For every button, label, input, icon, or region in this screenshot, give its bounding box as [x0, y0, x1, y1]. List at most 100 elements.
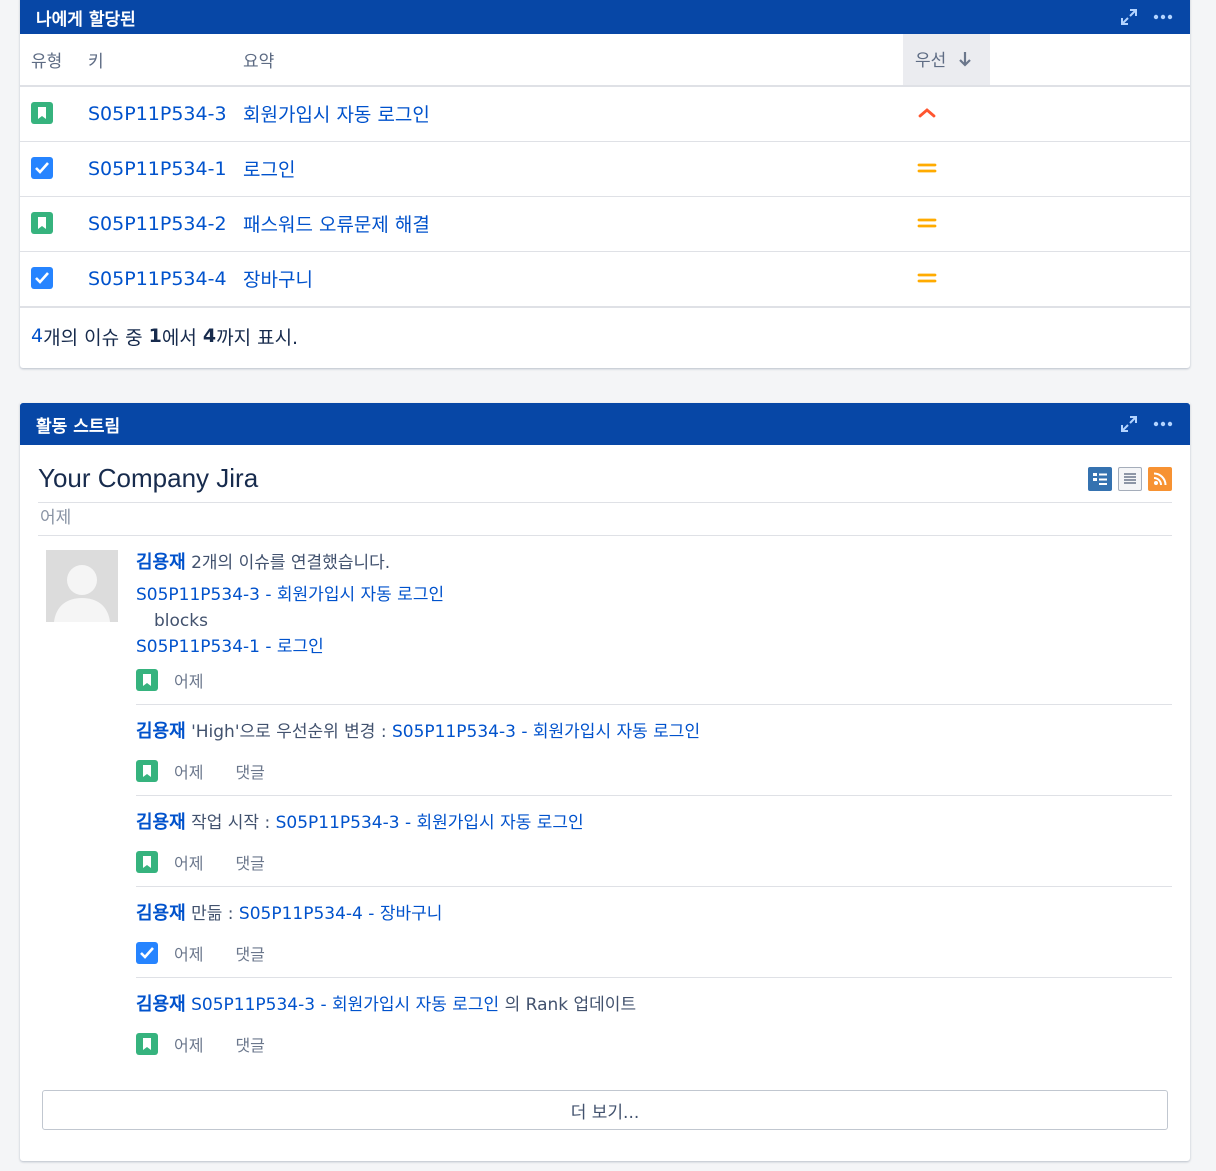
priority-medium-icon	[917, 268, 937, 290]
row-spacer	[990, 86, 1190, 142]
column-priority[interactable]: 우선	[903, 34, 990, 87]
gadget-title: 활동 스트림	[36, 416, 121, 437]
linked-issue-line: S05P11P534-1 - 로그인	[136, 634, 1172, 660]
footer-text-2: 에서	[161, 326, 203, 349]
stream-title-row: Your Company Jira	[38, 463, 1172, 503]
activity-entry: 김용재 2개의 이슈를 연결했습니다. S05P11P534-3 - 회원가입시 …	[136, 550, 1172, 705]
issue-key-cell: S05P11P534-2	[88, 196, 243, 252]
issue-summary-link[interactable]: 로그인	[243, 159, 295, 181]
activity-stream-gadget: 활동 스트림 Your Company Jira 어제 김용재 2개의 이슈를 …	[20, 403, 1190, 1161]
activity-entry: 김용재 작업 시작 : S05P11P534-3 - 회원가입시 자동 로그인어…	[136, 796, 1172, 887]
priority-medium-icon	[917, 158, 937, 180]
activity-time: 어제	[174, 945, 204, 964]
table-row[interactable]: S05P11P534-1 로그인	[20, 141, 1190, 197]
issue-key-link[interactable]: S05P11P534-1	[88, 158, 227, 180]
column-type[interactable]: 유형	[20, 34, 88, 87]
column-spacer	[990, 34, 1190, 87]
stream-heading: Your Company Jira	[38, 463, 259, 493]
row-spacer	[990, 251, 1190, 307]
gadget-header-icons	[1118, 6, 1174, 28]
issue-summary-link[interactable]: 장바구니	[243, 269, 313, 291]
issue-key-link[interactable]: S05P11P534-2	[88, 213, 227, 235]
activity-line: 김용재 'High'으로 우선순위 변경 : S05P11P534-3 - 회원…	[136, 719, 1172, 745]
user-link[interactable]: 김용재	[136, 994, 186, 1015]
issue-key-cell: S05P11P534-1	[88, 141, 243, 197]
activity-action: 2개의 이슈를 연결했습니다.	[185, 553, 391, 573]
activity-action: 만듦 :	[185, 904, 239, 924]
full-view-icon[interactable]	[1088, 466, 1112, 491]
comment-link[interactable]: 댓글	[235, 759, 264, 783]
activity-line: 김용재 만듦 : S05P11P534-4 - 장바구니	[136, 901, 1172, 927]
footer-text-3: 까지 표시.	[216, 326, 299, 349]
table-row[interactable]: S05P11P534-2 패스워드 오류문제 해결	[20, 196, 1190, 252]
issue-link[interactable]: S05P11P534-1 - 로그인	[136, 637, 324, 657]
task-type-icon	[31, 267, 53, 289]
footer-from: 1	[148, 325, 162, 347]
assigned-to-me-gadget: 나에게 할당된 유형 키 요약 우선 S05P11P534-3 회원가입시 자동…	[20, 0, 1190, 368]
issue-link[interactable]: S05P11P534-3 - 회원가입시 자동 로그인	[191, 995, 499, 1015]
priority-high-icon	[917, 103, 937, 125]
issue-key-link[interactable]: S05P11P534-3	[88, 103, 227, 125]
activity-line: 김용재 2개의 이슈를 연결했습니다.	[136, 550, 1172, 576]
sort-descending-icon	[958, 50, 972, 73]
comment-link[interactable]: 댓글	[235, 941, 264, 965]
task-type-icon	[136, 942, 158, 964]
task-type-icon	[31, 157, 53, 179]
table-row[interactable]: S05P11P534-3 회원가입시 자동 로그인	[20, 86, 1190, 142]
column-key[interactable]: 키	[88, 34, 243, 87]
issue-link[interactable]: S05P11P534-4 - 장바구니	[239, 904, 442, 924]
issue-summary-cell: 장바구니	[243, 251, 903, 307]
column-summary[interactable]: 요약	[243, 34, 903, 87]
pagination-summary: 4 개의 이슈 중 1 에서 4 까지 표시.	[20, 306, 1190, 365]
activity-meta: 어제	[136, 668, 1172, 692]
activity-group: 김용재 2개의 이슈를 연결했습니다. S05P11P534-3 - 회원가입시 …	[38, 536, 1172, 1068]
activity-entry: 김용재 'High'으로 우선순위 변경 : S05P11P534-3 - 회원…	[136, 705, 1172, 796]
user-link[interactable]: 김용재	[136, 903, 186, 924]
rss-feed-icon[interactable]	[1148, 466, 1172, 491]
view-toolbar	[1088, 466, 1172, 491]
priority-medium-icon	[917, 213, 937, 235]
issue-type-cell	[20, 196, 88, 252]
user-link[interactable]: 김용재	[136, 812, 186, 833]
gadget-header: 활동 스트림	[20, 403, 1190, 445]
more-options-icon[interactable]	[1152, 413, 1174, 435]
activity-time: 어제	[174, 763, 204, 782]
activity-stream-body: Your Company Jira 어제 김용재 2개의 이슈를 연결했습니다.…	[20, 445, 1190, 1130]
activity-action: 작업 시작 :	[185, 813, 276, 833]
issue-summary-cell: 로그인	[243, 141, 903, 197]
issue-priority-cell	[903, 141, 990, 197]
activity-entry: 김용재 만듦 : S05P11P534-4 - 장바구니어제 댓글	[136, 887, 1172, 978]
issue-link[interactable]: S05P11P534-3 - 회원가입시 자동 로그인	[392, 722, 700, 742]
activity-suffix: 의 Rank 업데이트	[499, 995, 637, 1015]
more-options-icon[interactable]	[1152, 6, 1174, 28]
issue-link[interactable]: S05P11P534-3 - 회원가입시 자동 로그인	[136, 585, 444, 605]
issue-link[interactable]: S05P11P534-3 - 회원가입시 자동 로그인	[276, 813, 584, 833]
comment-link[interactable]: 댓글	[235, 1032, 264, 1056]
activity-meta: 어제 댓글	[136, 759, 1172, 783]
issue-key-cell: S05P11P534-3	[88, 86, 243, 142]
issue-summary-link[interactable]: 패스워드 오류문제 해결	[243, 214, 430, 236]
show-more-button[interactable]: 더 보기...	[42, 1090, 1168, 1130]
issue-summary-cell: 회원가입시 자동 로그인	[243, 86, 903, 142]
activity-time: 어제	[174, 854, 204, 873]
issue-key-link[interactable]: S05P11P534-4	[88, 268, 227, 290]
comment-link[interactable]: 댓글	[235, 850, 264, 874]
table-row[interactable]: S05P11P534-4 장바구니	[20, 251, 1190, 307]
maximize-icon[interactable]	[1118, 413, 1140, 435]
story-type-icon	[136, 760, 158, 782]
user-link[interactable]: 김용재	[136, 721, 186, 742]
user-link[interactable]: 김용재	[136, 552, 186, 573]
story-type-icon	[136, 669, 158, 691]
total-count-link[interactable]: 4	[31, 325, 43, 347]
avatar[interactable]	[46, 550, 118, 622]
table-header-row: 유형 키 요약 우선	[20, 34, 1190, 87]
footer-to: 4	[202, 325, 217, 347]
list-view-icon[interactable]	[1118, 466, 1142, 491]
row-spacer	[990, 196, 1190, 252]
issue-summary-link[interactable]: 회원가입시 자동 로그인	[243, 104, 430, 126]
activity-line: 김용재 S05P11P534-3 - 회원가입시 자동 로그인 의 Rank 업…	[136, 992, 1172, 1018]
activity-time: 어제	[174, 1036, 204, 1055]
date-separator: 어제	[38, 503, 1172, 536]
maximize-icon[interactable]	[1118, 6, 1140, 28]
link-relation: blocks	[154, 611, 208, 631]
